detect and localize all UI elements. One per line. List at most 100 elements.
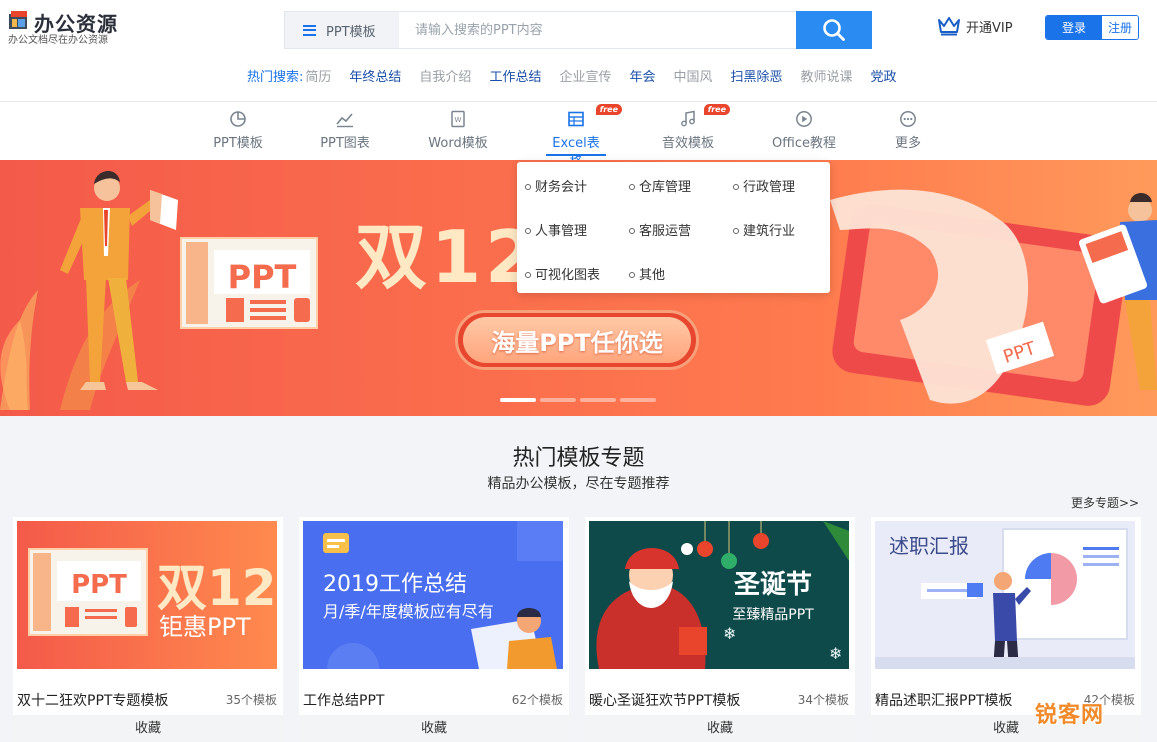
nav-ppt-chart[interactable]: PPT图表	[320, 108, 370, 158]
search-button[interactable]	[796, 11, 872, 49]
free-badge: free	[595, 104, 622, 115]
hot-search-item[interactable]: 自我介绍	[419, 66, 471, 85]
card-thumbnail-art: 述职汇报	[875, 528, 1135, 669]
play-circle-icon	[796, 111, 812, 127]
card-img-line2: 至臻精品PPT	[732, 607, 814, 623]
login-button[interactable]: 登录	[1046, 16, 1102, 39]
favorite-button[interactable]: 收藏	[299, 715, 569, 742]
hot-search: 热门搜索: 简历 年终总结 自我介绍 工作总结 企业宣传 年会 中国风 扫黑除恶…	[247, 66, 915, 85]
hot-search-item[interactable]: 中国风	[673, 66, 712, 85]
search-bar: PPT模板	[284, 11, 872, 49]
logo[interactable]: 办公资源 办公文档尽在办公资源	[8, 8, 118, 46]
search-category-select[interactable]: PPT模板	[285, 12, 399, 48]
nav-label: Office教程	[772, 136, 836, 151]
nav-label: PPT图表	[320, 136, 370, 151]
card-thumbnail: 述职汇报	[875, 521, 1135, 669]
section-subtitle: 精品办公模板，尽在专题推荐	[487, 476, 670, 492]
hot-search-item[interactable]: 扫黑除恶	[731, 66, 783, 85]
search-icon	[823, 19, 845, 41]
dropdown-item[interactable]: 其他	[629, 264, 665, 283]
hot-search-item[interactable]: 简历	[305, 66, 331, 85]
card-title: 暖心圣诞狂欢节PPT模板	[589, 693, 741, 709]
banner-ppt-label: PPT	[228, 258, 297, 296]
dropdown-item[interactable]: 人事管理	[525, 220, 587, 239]
favorite-button[interactable]: 收藏	[13, 715, 283, 742]
header: 办公资源 办公文档尽在办公资源 PPT模板 开通VIP 登录 注册 热门搜索: …	[0, 0, 1157, 102]
card-count: 34个模板	[797, 693, 849, 707]
excel-dropdown-menu: 财务会计 仓库管理 行政管理 人事管理 客服运营 建筑行业 可视化图表 其他	[517, 162, 830, 293]
banner-cta[interactable]: 海量PPT任你选	[455, 310, 699, 370]
favorite-button[interactable]: 收藏	[585, 715, 855, 742]
auth-group: 登录 注册	[1045, 15, 1139, 40]
more-dots-icon	[900, 111, 916, 127]
vip-link[interactable]: 开通VIP	[937, 16, 1013, 36]
nav-office-tutorial[interactable]: Office教程	[771, 108, 837, 158]
vip-label: 开通VIP	[966, 20, 1013, 36]
card-img-line2: 月/季/年度模板应有尽有	[323, 602, 494, 621]
hot-search-item[interactable]: 工作总结	[489, 66, 541, 85]
nav-word-template[interactable]: W Word模板	[427, 108, 489, 158]
card-title: 工作总结PPT	[303, 693, 385, 709]
section-title: 热门模板专题	[512, 446, 645, 471]
dropdown-item[interactable]: 行政管理	[733, 176, 795, 195]
hot-search-item[interactable]: 教师说课	[801, 66, 853, 85]
nav-sound-template[interactable]: 音效模板 free	[662, 104, 730, 158]
hot-search-item[interactable]: 年会	[629, 66, 655, 85]
card-thumbnail: PPT 双12 钜惠PPT	[17, 521, 277, 669]
word-doc-icon: W	[451, 110, 465, 128]
card-img-ppt: PPT	[71, 570, 127, 600]
carousel-dot[interactable]	[500, 398, 536, 402]
dropdown-item[interactable]: 客服运营	[629, 220, 691, 239]
logo-subtitle: 办公文档尽在办公资源	[8, 35, 108, 46]
card-thumbnail: 圣诞节 至臻精品PPT ❄ ❄	[589, 521, 849, 669]
nav-label: PPT模板	[213, 136, 263, 151]
category-nav: PPT模板 PPT图表 W Word模板 Excel表格 free 音效模板 f…	[0, 102, 1157, 170]
svg-text:❄: ❄	[829, 644, 842, 663]
svg-text:❄: ❄	[723, 624, 736, 643]
card-img-line2: 钜惠PPT	[159, 613, 251, 641]
hot-search-item[interactable]: 企业宣传	[559, 66, 611, 85]
menu-icon	[303, 24, 316, 36]
card-thumbnail-art: 2019工作总结 月/季/年度模板应有尽有	[323, 521, 563, 669]
card-count: 35个模板	[225, 693, 277, 707]
free-badge: free	[703, 104, 730, 115]
pie-chart-icon	[230, 111, 246, 127]
dropdown-item[interactable]: 可视化图表	[525, 264, 600, 283]
nav-ppt-template[interactable]: PPT模板	[213, 108, 263, 158]
card-img-line1: 双12	[157, 559, 277, 617]
hot-search-item[interactable]: 年终总结	[349, 66, 401, 85]
hot-search-label: 热门搜索:	[247, 70, 304, 85]
card-title: 精品述职汇报PPT模板	[875, 693, 1013, 709]
search-category-label: PPT模板	[326, 24, 376, 40]
card-img-line1: 圣诞节	[734, 570, 812, 600]
topic-card[interactable]: 2019工作总结 月/季/年度模板应有尽有 工作总结PPT 62个模板 收藏	[299, 517, 569, 742]
dropdown-item[interactable]: 建筑行业	[733, 220, 795, 239]
register-button[interactable]: 注册	[1102, 16, 1138, 39]
nav-more[interactable]: 更多	[894, 108, 922, 158]
card-img-line1: 2019工作总结	[323, 572, 467, 597]
search-input[interactable]	[399, 12, 797, 48]
card-thumbnail-art: PPT 双12 钜惠PPT	[28, 548, 277, 641]
card-thumbnail: 2019工作总结 月/季/年度模板应有尽有	[303, 521, 563, 669]
dropdown-item[interactable]: 财务会计	[525, 176, 587, 195]
more-topics-link[interactable]: 更多专题>>	[1071, 494, 1139, 511]
dropdown-item[interactable]: 仓库管理	[629, 176, 691, 195]
logo-icon	[9, 11, 27, 29]
nav-label: 音效模板	[662, 136, 715, 151]
carousel-dots	[500, 398, 660, 402]
topic-card[interactable]: PPT 双12 钜惠PPT 双十二狂欢PPT专题模板 35个模板 收藏	[13, 517, 283, 742]
card-count: 62个模板	[511, 693, 563, 707]
carousel-dot[interactable]	[580, 398, 616, 402]
nav-label: 更多	[894, 136, 921, 151]
nav-label: Word模板	[428, 136, 488, 151]
topic-card[interactable]: 圣诞节 至臻精品PPT ❄ ❄ 暖心圣诞狂欢节PPT模板 34个模板 收藏	[585, 517, 855, 742]
svg-text:W: W	[455, 116, 462, 124]
table-icon	[568, 111, 584, 127]
card-thumbnail-art: 圣诞节 至臻精品PPT ❄ ❄	[596, 521, 849, 669]
nav-excel-table[interactable]: Excel表格 free	[546, 104, 622, 170]
banner-cta-label: 海量PPT任你选	[463, 317, 691, 363]
carousel-dot[interactable]	[620, 398, 656, 402]
hot-search-item[interactable]: 党政	[871, 66, 897, 85]
card-img-line1: 述职汇报	[889, 534, 969, 558]
carousel-dot[interactable]	[540, 398, 576, 402]
